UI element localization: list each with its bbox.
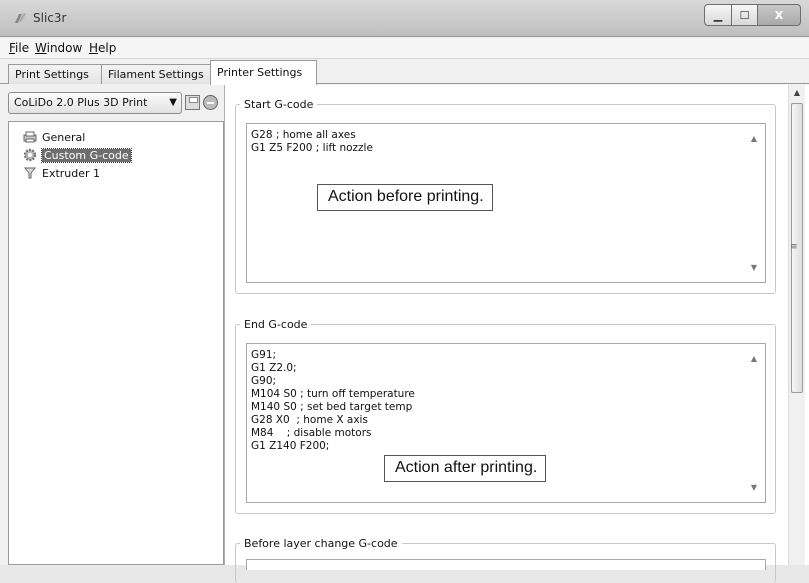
end-gcode-title: End G-code bbox=[240, 318, 312, 331]
code-line: G1 Z2.0; bbox=[251, 362, 297, 374]
main-scrollbar[interactable]: ▲ bbox=[788, 85, 805, 565]
code-line: G91; bbox=[251, 349, 277, 361]
tab-print-settings[interactable]: Print Settings bbox=[8, 64, 102, 84]
code-line: M140 S0 ; set bed target temp bbox=[251, 401, 413, 413]
code-line: M104 S0 ; turn off temperature bbox=[251, 388, 415, 400]
maximize-icon: ☐ bbox=[739, 8, 750, 22]
menu-help[interactable]: Help bbox=[89, 41, 116, 55]
close-button[interactable]: X bbox=[757, 4, 801, 26]
minimize-button[interactable]: ▁ bbox=[704, 4, 732, 26]
grip-icon: ≡ bbox=[790, 242, 798, 252]
preset-dropdown-value: CoLiDo 2.0 Plus 3D Print bbox=[14, 96, 148, 109]
tree-item-custom-gcode[interactable]: Custom G-code bbox=[23, 147, 132, 163]
maximize-button[interactable]: ☐ bbox=[731, 4, 758, 26]
scroll-up-icon[interactable]: ▲ bbox=[789, 88, 805, 97]
code-line: G1 Z140 F200; bbox=[251, 440, 330, 452]
tree-item-general[interactable]: General bbox=[23, 129, 85, 145]
gear-icon bbox=[23, 148, 37, 162]
minimize-icon: ▁ bbox=[713, 8, 723, 22]
tab-filament-settings[interactable]: Filament Settings bbox=[101, 64, 211, 84]
preset-dropdown[interactable]: CoLiDo 2.0 Plus 3D Print ▼ bbox=[8, 92, 182, 114]
menu-window[interactable]: Window bbox=[35, 41, 82, 55]
before-layer-gcode-title: Before layer change G-code bbox=[240, 537, 402, 550]
window-title: Slic3r bbox=[33, 11, 67, 25]
code-line: M84 ; disable motors bbox=[251, 427, 372, 439]
printer-icon bbox=[23, 131, 37, 143]
settings-tree: General Custom G-code Extruder 1 bbox=[8, 121, 224, 565]
code-line: G28 X0 ; home X axis bbox=[251, 414, 368, 426]
close-icon: X bbox=[774, 8, 784, 22]
app-window: Slic3r ▁ ☐ X File Window Help Print Sett… bbox=[0, 0, 809, 583]
scroll-down-icon[interactable]: ▼ bbox=[751, 481, 757, 494]
funnel-icon bbox=[23, 167, 37, 179]
slic3r-logo-icon bbox=[15, 13, 26, 23]
title-bar[interactable]: Slic3r ▁ ☐ X bbox=[0, 0, 809, 37]
tab-printer-settings[interactable]: Printer Settings bbox=[210, 60, 317, 85]
menu-bar: File Window Help bbox=[0, 38, 809, 59]
code-line: G1 Z5 F200 ; lift nozzle bbox=[251, 142, 373, 154]
code-line: G28 ; home all axes bbox=[251, 129, 356, 141]
start-gcode-title: Start G-code bbox=[240, 98, 318, 111]
scroll-up-icon[interactable]: ▲ bbox=[751, 352, 757, 365]
chevron-down-icon: ▼ bbox=[169, 97, 177, 108]
annotation-before-printing: Action before printing. bbox=[317, 184, 493, 211]
scroll-up-icon[interactable]: ▲ bbox=[751, 132, 757, 145]
annotation-after-printing: Action after printing. bbox=[384, 455, 547, 482]
menu-file[interactable]: File bbox=[9, 41, 29, 55]
tree-item-extruder-1[interactable]: Extruder 1 bbox=[23, 165, 100, 181]
scroll-down-icon[interactable]: ▼ bbox=[751, 261, 757, 274]
code-line: G90; bbox=[251, 375, 277, 387]
tab-bar: Print Settings Filament Settings Printer… bbox=[0, 60, 809, 85]
delete-icon[interactable] bbox=[203, 95, 218, 110]
save-icon[interactable] bbox=[185, 95, 200, 110]
